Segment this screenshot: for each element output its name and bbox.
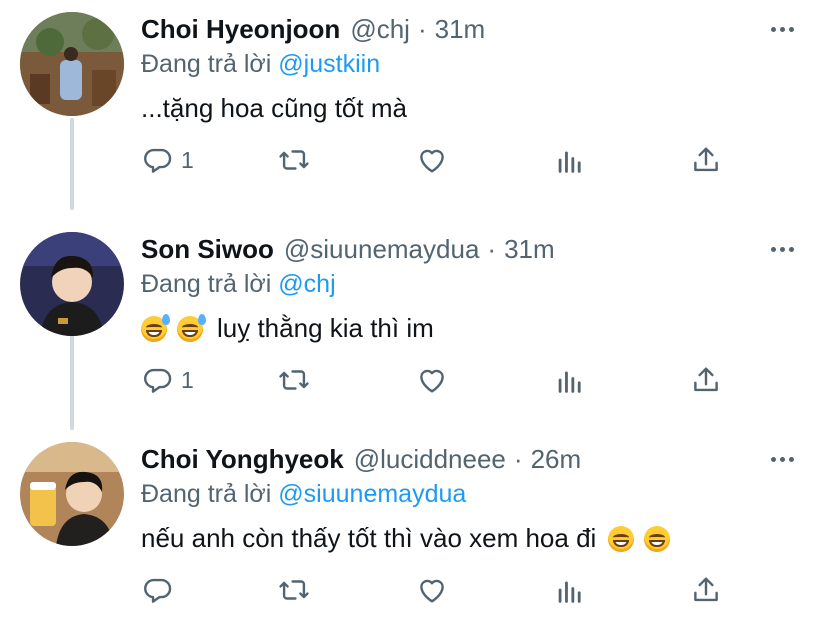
tweet-text-content: nếu anh còn thấy tốt thì vào xem hoa đi bbox=[141, 523, 597, 553]
reply-mention[interactable]: @justkiin bbox=[278, 50, 380, 78]
avatar[interactable] bbox=[20, 232, 124, 336]
tweet-text: luỵ thằng kia thì im bbox=[141, 313, 434, 344]
timestamp[interactable]: 31m bbox=[504, 234, 555, 265]
share-icon bbox=[694, 367, 718, 392]
reply-context: Đang trả lời @justkiin bbox=[141, 50, 380, 79]
reply-icon bbox=[144, 148, 172, 173]
tweet-text-content: luỵ thằng kia thì im bbox=[217, 313, 434, 343]
reply-mention[interactable]: @siuunemaydua bbox=[278, 480, 466, 508]
analytics-button[interactable] bbox=[553, 570, 587, 610]
grinning-sweat-emoji bbox=[177, 313, 206, 342]
analytics-button[interactable] bbox=[553, 140, 587, 180]
reply-button[interactable]: 1 bbox=[141, 140, 194, 180]
author-handle[interactable]: @chj bbox=[350, 14, 410, 45]
share-icon bbox=[694, 147, 718, 172]
tweet[interactable]: Son Siwoo @siuunemaydua · 31m Đang trả l… bbox=[0, 220, 828, 430]
reply-icon bbox=[144, 368, 172, 393]
separator: · bbox=[487, 233, 497, 264]
separator: · bbox=[513, 443, 523, 474]
tweet-text: nếu anh còn thấy tốt thì vào xem hoa đi bbox=[141, 523, 680, 554]
reply-prefix: Đang trả lời bbox=[141, 50, 272, 78]
reply-context: Đang trả lời @siuunemaydua bbox=[141, 480, 466, 509]
tweet-text: ...tặng hoa cũng tốt mà bbox=[141, 93, 407, 124]
author-name[interactable]: Choi Yonghyeok bbox=[141, 444, 344, 475]
reply-button[interactable]: 1 bbox=[141, 360, 194, 400]
reply-count: 1 bbox=[181, 146, 194, 173]
avatar[interactable] bbox=[20, 12, 124, 116]
retweet-button[interactable] bbox=[277, 570, 311, 610]
retweet-icon bbox=[279, 580, 309, 600]
separator: · bbox=[417, 13, 427, 44]
analytics-icon bbox=[558, 581, 581, 603]
author-name[interactable]: Son Siwoo bbox=[141, 234, 274, 265]
reply-mention[interactable]: @chj bbox=[278, 270, 335, 298]
more-icon[interactable] bbox=[764, 442, 800, 476]
action-bar: 1 bbox=[141, 360, 741, 400]
reply-prefix: Đang trả lời bbox=[141, 480, 272, 508]
reply-count: 1 bbox=[181, 366, 194, 393]
like-button[interactable] bbox=[415, 360, 449, 400]
reply-icon bbox=[144, 578, 172, 603]
share-icon bbox=[694, 577, 718, 602]
share-button[interactable] bbox=[689, 360, 723, 400]
tweet-text-content: ...tặng hoa cũng tốt mà bbox=[141, 93, 407, 123]
grinning-sweat-emoji bbox=[141, 313, 170, 342]
more-icon[interactable] bbox=[764, 12, 800, 46]
heart-icon bbox=[420, 369, 444, 393]
more-icon[interactable] bbox=[764, 232, 800, 266]
author-handle[interactable]: @luciddneee bbox=[354, 444, 506, 475]
heart-icon bbox=[420, 579, 444, 603]
like-button[interactable] bbox=[415, 140, 449, 180]
share-button[interactable] bbox=[689, 140, 723, 180]
reply-button[interactable] bbox=[141, 570, 181, 610]
reply-context: Đang trả lời @chj bbox=[141, 270, 336, 299]
tweet[interactable]: Choi Yonghyeok @luciddneee · 26m Đang tr… bbox=[0, 430, 828, 632]
analytics-icon bbox=[558, 371, 581, 393]
tweet[interactable]: Choi Hyeonjoon @chj · 31m Đang trả lời @… bbox=[0, 0, 828, 210]
like-button[interactable] bbox=[415, 570, 449, 610]
retweet-button[interactable] bbox=[277, 360, 311, 400]
reply-prefix: Đang trả lời bbox=[141, 270, 272, 298]
author-handle[interactable]: @siuunemaydua bbox=[284, 234, 480, 265]
author-name[interactable]: Choi Hyeonjoon bbox=[141, 14, 340, 45]
retweet-icon bbox=[279, 370, 309, 390]
retweet-button[interactable] bbox=[277, 140, 311, 180]
retweet-icon bbox=[279, 150, 309, 170]
share-button[interactable] bbox=[689, 570, 723, 610]
avatar[interactable] bbox=[20, 442, 124, 546]
grinning-emoji bbox=[644, 525, 671, 552]
timestamp[interactable]: 31m bbox=[435, 14, 486, 45]
heart-icon bbox=[420, 149, 444, 173]
analytics-button[interactable] bbox=[553, 360, 587, 400]
action-bar: 1 bbox=[141, 140, 741, 180]
timestamp[interactable]: 26m bbox=[531, 444, 582, 475]
analytics-icon bbox=[558, 151, 581, 173]
grinning-emoji bbox=[608, 525, 635, 552]
action-bar bbox=[141, 570, 741, 610]
